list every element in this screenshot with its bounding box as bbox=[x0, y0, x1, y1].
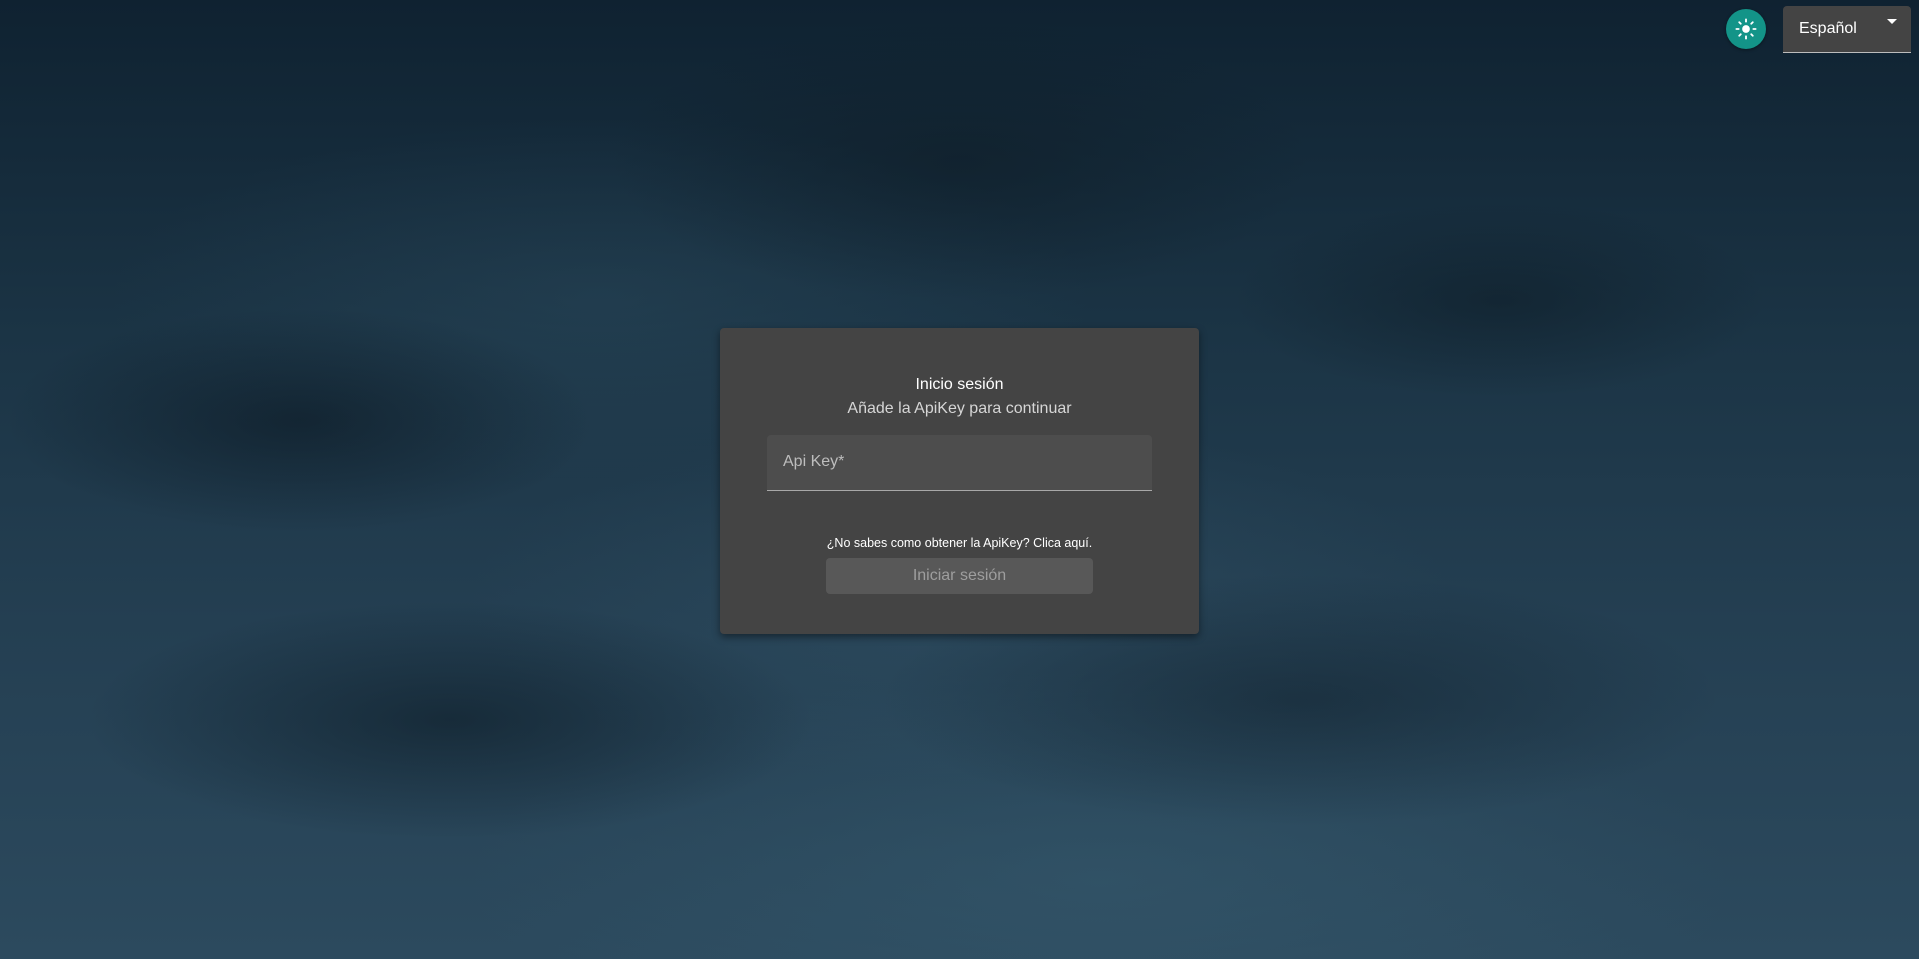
login-card: Inicio sesión Añade la ApiKey para conti… bbox=[720, 328, 1199, 634]
login-button[interactable]: Iniciar sesión bbox=[826, 558, 1093, 594]
api-key-field[interactable]: Api Key* bbox=[767, 435, 1152, 491]
theme-toggle-button[interactable] bbox=[1726, 9, 1766, 49]
apikey-help-link[interactable]: ¿No sabes como obtener la ApiKey? Clica … bbox=[720, 536, 1199, 550]
language-select[interactable]: Español bbox=[1783, 6, 1911, 53]
api-key-input[interactable] bbox=[783, 457, 1133, 481]
sun-icon bbox=[1735, 18, 1757, 40]
login-subtitle: Añade la ApiKey para continuar bbox=[847, 400, 1072, 417]
language-select-value: Español bbox=[1799, 20, 1857, 37]
caret-down-icon bbox=[1887, 19, 1897, 24]
login-title: Inicio sesión bbox=[915, 376, 1004, 393]
